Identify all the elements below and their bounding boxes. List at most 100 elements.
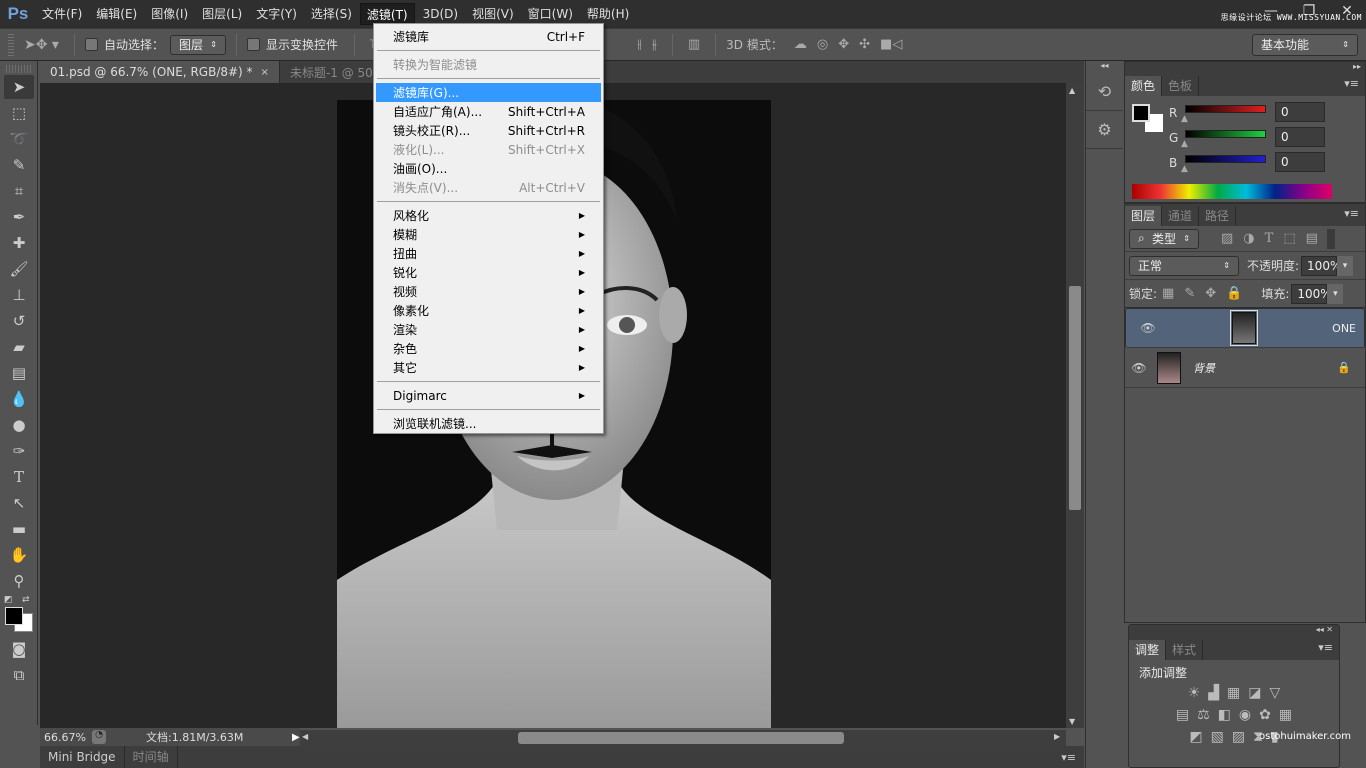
menu-item-pixelate[interactable]: 像素化 ▶: [374, 301, 603, 320]
zoom-tool-icon[interactable]: ⚲: [4, 569, 34, 593]
foreground-color-swatch[interactable]: [5, 607, 23, 625]
filter-type-icon[interactable]: T: [1265, 231, 1274, 246]
b-slider[interactable]: [1185, 155, 1266, 163]
distribute-right-icon[interactable]: ⫳: [652, 37, 657, 52]
lock-transparent-icon[interactable]: ▦: [1162, 286, 1174, 301]
tab-swatches[interactable]: 色板: [1162, 76, 1200, 96]
menu-layer[interactable]: 图层(L): [196, 3, 248, 25]
auto-align-icon[interactable]: ▥: [688, 37, 700, 52]
vibrance-icon[interactable]: ▽: [1270, 685, 1281, 701]
color-spectrum-ramp[interactable]: [1132, 184, 1332, 199]
menu-window[interactable]: 窗口(W): [522, 3, 579, 25]
menu-type[interactable]: 文字(Y): [250, 3, 303, 25]
lock-all-icon[interactable]: 🔒: [1226, 286, 1242, 301]
menu-item-sharpen[interactable]: 锐化 ▶: [374, 263, 603, 282]
menu-help[interactable]: 帮助(H): [581, 3, 635, 25]
gradient-tool-icon[interactable]: ▤: [4, 361, 34, 385]
type-tool-icon[interactable]: T: [4, 465, 34, 489]
lock-position-icon[interactable]: ✥: [1205, 286, 1216, 301]
panel-menu-icon[interactable]: ▾≡: [1344, 207, 1359, 220]
layer-row-one[interactable]: 👁 ONE: [1125, 308, 1365, 348]
status-menu-arrow-icon[interactable]: ▶: [292, 732, 300, 743]
levels-icon[interactable]: ▟: [1208, 685, 1219, 701]
posterize-icon[interactable]: ▧: [1211, 729, 1224, 745]
status-info-icon[interactable]: ◔: [92, 730, 106, 744]
filter-adjustment-icon[interactable]: ◑: [1243, 231, 1254, 246]
tab-adjustments[interactable]: 调整: [1129, 640, 1167, 660]
properties-panel-icon[interactable]: ⚙: [1086, 111, 1123, 149]
vertical-scroll-thumb[interactable]: [1069, 286, 1081, 510]
menu-image[interactable]: 图像(I): [145, 3, 194, 25]
channel-mixer-icon[interactable]: ✿: [1259, 707, 1271, 723]
distribute-hcenter-icon[interactable]: ⫲: [637, 37, 641, 52]
visibility-eye-icon[interactable]: 👁: [1125, 361, 1153, 375]
tab-layers[interactable]: 图层: [1125, 206, 1163, 226]
tab-paths[interactable]: 路径: [1199, 206, 1237, 226]
threshold-icon[interactable]: ▨: [1232, 729, 1245, 745]
menu-file[interactable]: 文件(F): [36, 3, 88, 25]
menu-item-last-filter[interactable]: 滤镜库 Ctrl+F: [374, 27, 603, 46]
quick-mask-icon[interactable]: ◙: [4, 637, 34, 661]
menu-item-digimarc[interactable]: Digimarc ▶: [374, 386, 603, 405]
g-value-input[interactable]: 0: [1275, 127, 1325, 147]
history-panel-icon[interactable]: ⟲: [1086, 73, 1123, 111]
scroll-down-icon[interactable]: ▼: [1069, 717, 1075, 726]
collapse-icon[interactable]: ◂◂: [1086, 61, 1123, 73]
filter-toggle[interactable]: [1326, 228, 1335, 249]
quick-select-tool-icon[interactable]: ✎: [4, 153, 34, 177]
menu-item-browse-filters-online[interactable]: 浏览联机滤镜...: [374, 414, 603, 433]
menu-item-other[interactable]: 其它 ▶: [374, 358, 603, 377]
opacity-input[interactable]: 100%: [1301, 255, 1341, 276]
menu-filter[interactable]: 滤镜(T): [359, 3, 415, 25]
fill-slider-toggle[interactable]: ▾: [1327, 283, 1344, 304]
hand-tool-icon[interactable]: ✋: [4, 543, 34, 567]
dodge-tool-icon[interactable]: ●: [4, 413, 34, 437]
menu-item-adaptive-wide-angle[interactable]: 自适应广角(A)... Shift+Ctrl+A: [374, 102, 603, 121]
menu-select[interactable]: 选择(S): [305, 3, 358, 25]
tab-styles[interactable]: 样式: [1166, 640, 1204, 660]
workspace-dropdown[interactable]: 基本功能 ⇕: [1252, 33, 1358, 56]
rect-marquee-tool-icon[interactable]: ⬚: [4, 101, 34, 125]
scroll-up-icon[interactable]: ▲: [1069, 86, 1075, 95]
fill-input[interactable]: 100%: [1291, 283, 1332, 304]
blend-mode-dropdown[interactable]: 正常 ⇕: [1129, 255, 1239, 276]
menu-item-noise[interactable]: 杂色 ▶: [374, 339, 603, 358]
tab-document-01[interactable]: 01.psd @ 66.7% (ONE, RGB/8#) * ×: [40, 61, 280, 83]
screen-mode-icon[interactable]: ⧉: [4, 663, 34, 687]
expand-icon[interactable]: ▸▸: [1125, 62, 1365, 74]
lasso-tool-icon[interactable]: ➰: [4, 127, 34, 151]
panel-menu-icon[interactable]: ▾≡: [1344, 77, 1359, 90]
lock-image-icon[interactable]: ✎: [1184, 286, 1195, 301]
menu-item-lens-correction[interactable]: 镜头校正(R)... Shift+Ctrl+R: [374, 121, 603, 140]
brush-tool-icon[interactable]: 🖌: [4, 257, 34, 281]
menu-item-oil-paint[interactable]: 油画(O)...: [374, 159, 603, 178]
clone-stamp-tool-icon[interactable]: ⊥: [4, 283, 34, 307]
move-tool-icon[interactable]: ➤: [4, 75, 34, 99]
eyedropper-tool-icon[interactable]: ✒: [4, 205, 34, 229]
r-slider-handle[interactable]: ▲: [1181, 114, 1188, 124]
menu-3d[interactable]: 3D(D): [417, 3, 464, 25]
healing-brush-tool-icon[interactable]: ✚: [4, 231, 34, 255]
layer-row-background[interactable]: 👁 背景 🔒: [1125, 348, 1365, 388]
show-transform-checkbox[interactable]: [246, 38, 260, 51]
menu-item-blur[interactable]: 模糊 ▶: [374, 225, 603, 244]
tab-color[interactable]: 颜色: [1125, 76, 1163, 96]
3d-rotate-icon[interactable]: ☁: [794, 37, 807, 52]
auto-select-checkbox[interactable]: [84, 38, 98, 51]
history-brush-tool-icon[interactable]: ↺: [4, 309, 34, 333]
opacity-slider-toggle[interactable]: ▾: [1337, 255, 1354, 276]
blur-tool-icon[interactable]: 💧: [4, 387, 34, 411]
menu-view[interactable]: 视图(V): [466, 3, 520, 25]
menu-item-distort[interactable]: 扭曲 ▶: [374, 244, 603, 263]
scroll-right-icon[interactable]: ▶: [1054, 732, 1060, 741]
layer-filter-kind-dropdown[interactable]: ⌕ 类型 ⇕: [1129, 228, 1199, 249]
menu-item-convert-smart-filters[interactable]: 转换为智能滤镜: [374, 55, 603, 74]
menu-item-filter-gallery[interactable]: 滤镜库(G)...: [376, 83, 601, 102]
visibility-eye-icon[interactable]: 👁: [1134, 321, 1162, 335]
path-select-tool-icon[interactable]: ↖: [4, 491, 34, 515]
brightness-contrast-icon[interactable]: ☀: [1188, 685, 1201, 701]
menu-item-liquify[interactable]: 液化(L)... Shift+Ctrl+X: [374, 140, 603, 159]
photo-filter-icon[interactable]: ◉: [1239, 707, 1251, 723]
menu-item-render[interactable]: 渲染 ▶: [374, 320, 603, 339]
r-slider[interactable]: [1185, 105, 1266, 113]
